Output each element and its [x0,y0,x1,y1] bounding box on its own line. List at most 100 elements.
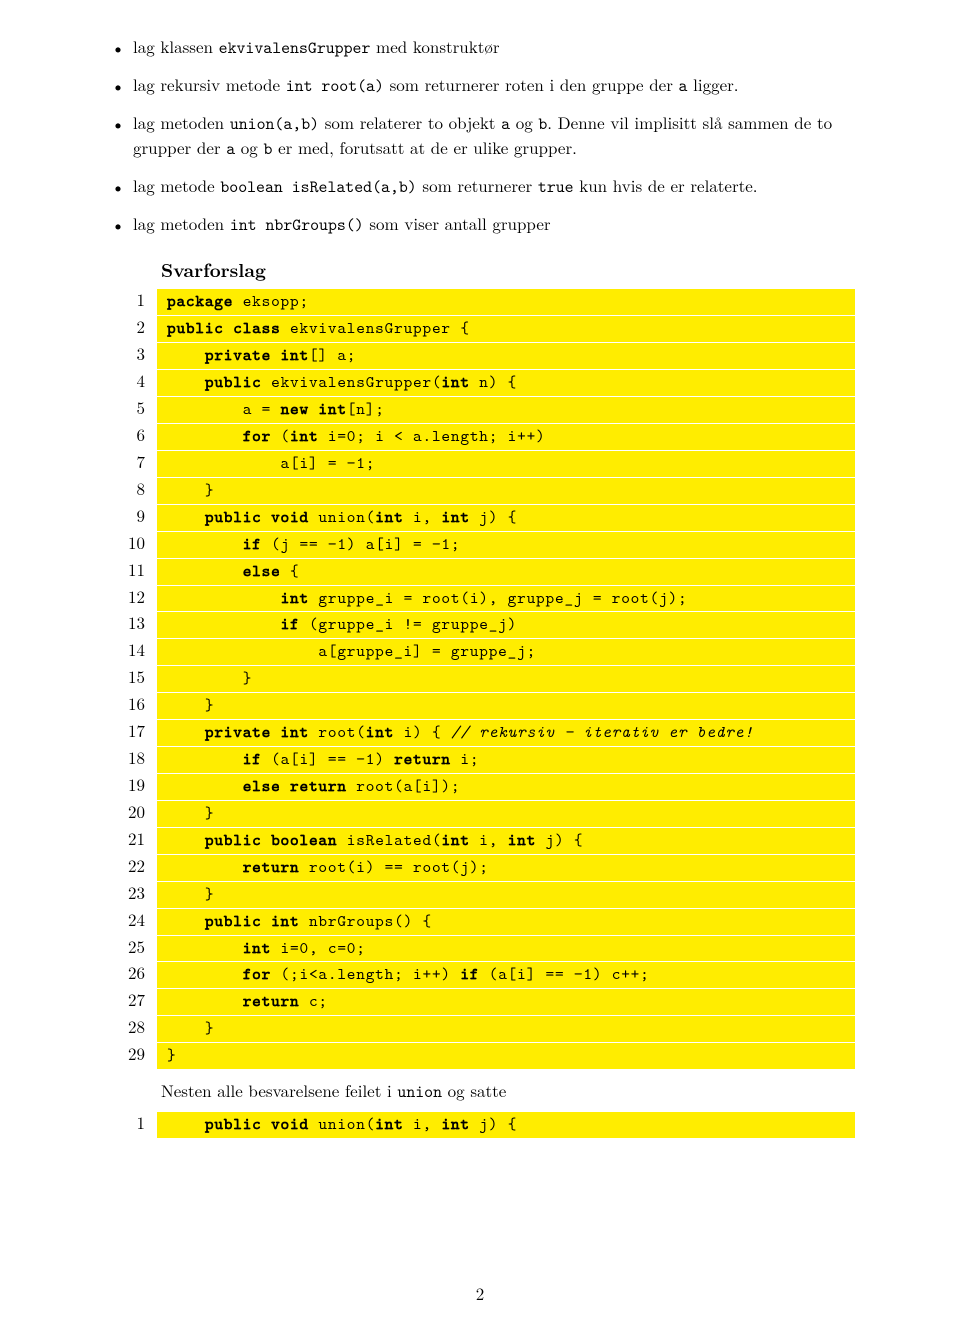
line-number: 14 [105,638,157,662]
code-line: 17 private int root(int i) { // rekursiv… [105,719,855,746]
code-line: 1 public void union(int i, int j) { [105,1111,855,1138]
code-line: 22 return root(i) == root(j); [105,854,855,881]
code-cell: public boolean isRelated(int i, int j) { [157,828,855,854]
line-number: 3 [105,342,157,366]
code-line: 28 } [105,1015,855,1042]
code-cell: return root(i) == root(j); [157,855,855,881]
line-number: 11 [105,558,157,582]
code-cell: if (a[i] == −1) return i; [157,747,855,773]
line-number: 19 [105,773,157,797]
code-line: 13 if (gruppe_i != gruppe_j) [105,611,855,638]
code-cell: for (int i=0; i < a.length; i++) [157,424,855,450]
line-number: 23 [105,881,157,905]
line-number: 8 [105,477,157,501]
bullet-item: lag metode boolean isRelated(a,b) som re… [105,174,855,200]
after-note: Nesten alle besvarelsene feilet i union … [161,1079,855,1105]
line-number: 28 [105,1015,157,1039]
code-cell: } [157,882,855,908]
line-number: 1 [105,1111,157,1135]
code-cell: if (gruppe_i != gruppe_j) [157,612,855,638]
code-line: 12 int gruppe_i = root(i), gruppe_j = ro… [105,585,855,612]
section-heading: Svarforslag [161,256,855,283]
code-line: 11 else { [105,558,855,585]
code-line: 20 } [105,800,855,827]
code-cell: else { [157,559,855,585]
page: lag klassen ekvivalensGrupper med konstr… [0,0,960,1326]
line-number: 25 [105,935,157,959]
code-line: 6 for (int i=0; i < a.length; i++) [105,423,855,450]
code-line: 1package eksopp; [105,288,855,315]
code-cell: } [157,693,855,719]
line-number: 18 [105,746,157,770]
line-number: 12 [105,585,157,609]
code-cell: public void union(int i, int j) { [157,505,855,531]
code-line: 27 return c; [105,988,855,1015]
code-cell: int i=0, c=0; [157,936,855,962]
line-number: 16 [105,692,157,716]
bullet-item: lag rekursiv metode int root(a) som retu… [105,73,855,99]
code-line: 4 public ekvivalensGrupper(int n) { [105,369,855,396]
code-cell: } [157,1016,855,1042]
bullet-item: lag klassen ekvivalensGrupper med konstr… [105,35,855,61]
code-cell: } [157,1043,855,1069]
line-number: 21 [105,827,157,851]
bullet-list: lag klassen ekvivalensGrupper med konstr… [105,35,855,238]
code-cell: public class ekvivalensGrupper { [157,316,855,342]
code-line: 23 } [105,881,855,908]
code-cell: } [157,801,855,827]
line-number: 5 [105,396,157,420]
code-cell: a = new int[n]; [157,397,855,423]
code-line: 2public class ekvivalensGrupper { [105,315,855,342]
line-number: 24 [105,908,157,932]
code-cell: package eksopp; [157,289,855,315]
line-number: 7 [105,450,157,474]
code-cell: private int root(int i) { // rekursiv − … [157,720,855,746]
code-cell: if (j == −1) a[i] = −1; [157,532,855,558]
code-line: 24 public int nbrGroups() { [105,908,855,935]
line-number: 4 [105,369,157,393]
code-line: 26 for (;i<a.length; i++) if (a[i] == −1… [105,961,855,988]
line-number: 27 [105,988,157,1012]
line-number: 6 [105,423,157,447]
line-number: 26 [105,961,157,985]
line-number: 13 [105,611,157,635]
code-block-1: 1package eksopp;2public class ekvivalens… [105,288,855,1069]
line-number: 9 [105,504,157,528]
code-line: 5 a = new int[n]; [105,396,855,423]
code-line: 14 a[gruppe_i] = gruppe_j; [105,638,855,665]
line-number: 2 [105,315,157,339]
code-line: 25 int i=0, c=0; [105,935,855,962]
code-line: 3 private int[] a; [105,342,855,369]
code-cell: int gruppe_i = root(i), gruppe_j = root(… [157,586,855,612]
line-number: 20 [105,800,157,824]
code-cell: for (;i<a.length; i++) if (a[i] == −1) c… [157,962,855,988]
bullet-item: lag metoden int nbrGroups() som viser an… [105,212,855,238]
code-cell: else return root(a[i]); [157,774,855,800]
code-cell: a[i] = −1; [157,451,855,477]
code-cell: return c; [157,989,855,1015]
code-line: 19 else return root(a[i]); [105,773,855,800]
code-cell: } [157,666,855,692]
line-number: 10 [105,531,157,555]
code-cell: public int nbrGroups() { [157,909,855,935]
bullet-item: lag metoden union(a,b) som relaterer to … [105,111,855,163]
code-cell: public void union(int i, int j) { [157,1112,855,1138]
line-number: 29 [105,1042,157,1066]
code-line: 10 if (j == −1) a[i] = −1; [105,531,855,558]
code-line: 15 } [105,665,855,692]
code-line: 9 public void union(int i, int j) { [105,504,855,531]
code-line: 8 } [105,477,855,504]
page-number: 2 [0,1282,960,1306]
code-line: 7 a[i] = −1; [105,450,855,477]
code-cell: private int[] a; [157,343,855,369]
line-number: 15 [105,665,157,689]
code-cell: } [157,478,855,504]
code-line: 18 if (a[i] == −1) return i; [105,746,855,773]
code-cell: public ekvivalensGrupper(int n) { [157,370,855,396]
code-line: 21 public boolean isRelated(int i, int j… [105,827,855,854]
code-line: 16 } [105,692,855,719]
line-number: 1 [105,288,157,312]
line-number: 17 [105,719,157,743]
code-cell: a[gruppe_i] = gruppe_j; [157,639,855,665]
code-block-2: 1 public void union(int i, int j) { [105,1111,855,1138]
